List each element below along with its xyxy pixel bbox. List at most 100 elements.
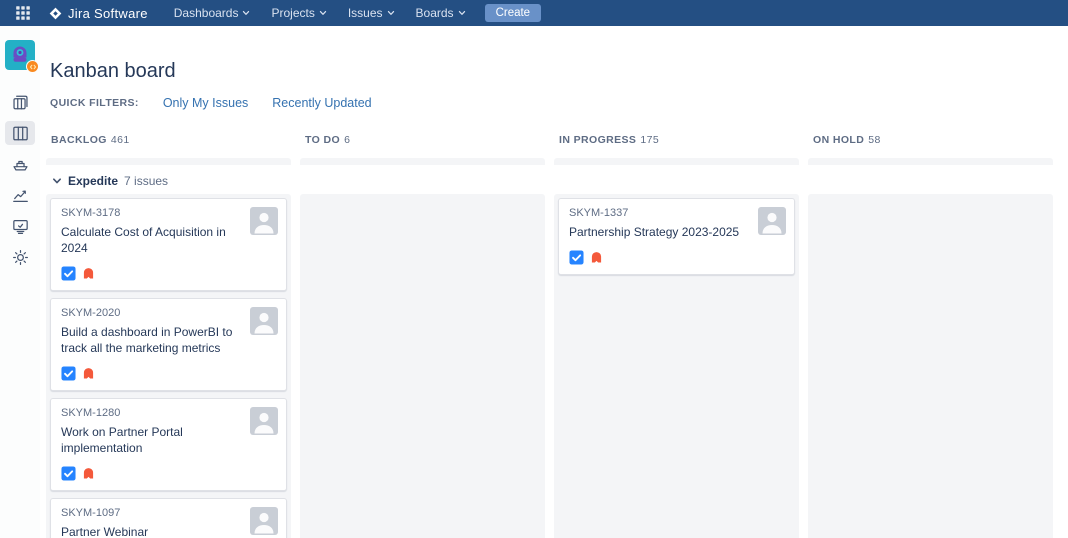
- column-issue-count: 6: [344, 134, 351, 146]
- monitor-icon: [12, 219, 28, 234]
- swimlane-issue-count: 7 issues: [124, 173, 169, 188]
- column-header-on-hold: ON HOLD 58: [808, 134, 1053, 146]
- column-top-bar-to-do: [300, 158, 545, 165]
- issue-title: Calculate Cost of Acquisition in 2024: [61, 225, 226, 255]
- primary-nav: Dashboards Projects Issues Boards: [174, 6, 466, 20]
- column-header-backlog: BACKLOG 461: [46, 134, 291, 146]
- sidebar-item-issues[interactable]: [5, 214, 35, 238]
- column-issue-count: 175: [640, 134, 660, 146]
- column-name: TO DO: [305, 134, 341, 146]
- nav-item-label: Projects: [271, 6, 315, 20]
- issue-key: SKYM-1280: [61, 407, 121, 419]
- top-navbar: Jira Software Dashboards Projects Issues Bo…: [0, 0, 1068, 26]
- task-checkbox-icon: [61, 266, 76, 281]
- priority-bell-icon: [83, 468, 94, 479]
- issue-badges: [61, 266, 278, 281]
- column-top-bar-backlog: [46, 158, 291, 165]
- issue-title: Partnership Strategy 2023-2025: [569, 225, 740, 239]
- chevron-down-icon: [458, 10, 465, 15]
- column-name: BACKLOG: [51, 134, 107, 146]
- column-header-in-progress: IN PROGRESS 175: [554, 134, 799, 146]
- issue-key: SKYM-1097: [61, 507, 121, 519]
- priority-bell-icon: [83, 268, 94, 279]
- nav-item-label: Issues: [347, 6, 383, 20]
- nav-item-label: Dashboards: [173, 6, 239, 20]
- nav-item-label: Boards: [415, 6, 454, 20]
- issue-key: SKYM-1337: [569, 207, 629, 219]
- task-checkbox-icon: [61, 466, 76, 481]
- issue-card-skym-1097[interactable]: SKYM-1097 Partner Webinar: [50, 498, 287, 538]
- issue-key: SKYM-2020: [61, 307, 121, 319]
- board-columns-icon: [12, 126, 28, 140]
- create-button[interactable]: Create: [484, 4, 542, 22]
- issue-title: Build a dashboard in PowerBI to track al…: [61, 325, 233, 355]
- column-panel-in-progress: SKYM-1337 Partnership Strategy 2023-2025: [554, 194, 799, 538]
- project-type-badge-icon: [26, 60, 39, 73]
- app-title: Jira Software: [68, 5, 148, 21]
- nav-item-dashboards[interactable]: Dashboards: [174, 6, 251, 20]
- swimlane-header-expedite[interactable]: Expedite 7 issues: [52, 172, 1068, 189]
- column-panel-backlog: SKYM-3178 Calculate Cost of Acquisition i…: [46, 194, 291, 538]
- assignee-avatar: [250, 507, 278, 535]
- column-name: ON HOLD: [813, 134, 865, 146]
- column-top-bars: [46, 158, 1068, 165]
- sidebar-item-reports[interactable]: [5, 183, 35, 207]
- avatar-placeholder-icon: [254, 512, 274, 534]
- issue-badges: [61, 466, 278, 481]
- issue-card-skym-2020[interactable]: SKYM-2020 Build a dashboard in PowerBI to…: [50, 298, 287, 391]
- boards-stack-icon: [12, 95, 28, 109]
- column-top-bar-on-hold: [808, 158, 1053, 165]
- column-panel-on-hold: [808, 194, 1053, 538]
- sidebar-nav: [5, 90, 35, 276]
- sidebar: [0, 26, 40, 538]
- nav-item-projects[interactable]: Projects: [271, 6, 327, 20]
- issue-key: SKYM-3178: [61, 207, 121, 219]
- column-headers-row: BACKLOG 461 TO DO 6 IN PROGRESS 175 ON HOLD 58: [46, 134, 1068, 146]
- quick-filter-only-my-issues[interactable]: Only My Issues: [163, 96, 248, 110]
- task-checkbox-icon: [61, 366, 76, 381]
- issue-title: Work on Partner Portal implementation: [61, 425, 183, 455]
- issue-badges: [569, 250, 786, 265]
- priority-bell-icon: [83, 368, 94, 379]
- column-top-bar-in-progress: [554, 158, 799, 165]
- quick-filter-recently-updated[interactable]: Recently Updated: [272, 96, 371, 110]
- column-issue-count: 58: [868, 134, 881, 146]
- board-main: Kanban board QUICK FILTERS: Only My Issu…: [40, 60, 1068, 538]
- quick-filters-label: QUICK FILTERS:: [50, 97, 139, 109]
- line-chart-icon: [12, 190, 28, 202]
- column-header-to-do: TO DO 6: [300, 134, 545, 146]
- chevron-down-icon: [387, 10, 394, 15]
- issue-badges: [61, 366, 278, 381]
- avatar-placeholder-icon: [762, 212, 782, 234]
- avatar-placeholder-icon: [254, 212, 274, 234]
- app-switcher-button[interactable]: [16, 5, 32, 21]
- jira-brand[interactable]: Jira Software: [49, 6, 148, 21]
- issue-title: Partner Webinar: [61, 525, 149, 538]
- sidebar-item-backlog[interactable]: [5, 90, 35, 114]
- assignee-avatar: [250, 407, 278, 435]
- issue-card-skym-3178[interactable]: SKYM-3178 Calculate Cost of Acquisition i…: [50, 198, 287, 291]
- column-issue-count: 461: [110, 134, 130, 146]
- column-name: IN PROGRESS: [559, 134, 637, 146]
- assignee-avatar: [758, 207, 786, 235]
- sidebar-item-board[interactable]: [5, 121, 35, 145]
- nav-item-issues[interactable]: Issues: [348, 6, 395, 20]
- jira-logo-icon: [49, 7, 62, 19]
- assignee-avatar: [250, 307, 278, 335]
- sidebar-item-settings[interactable]: [5, 245, 35, 269]
- ship-icon: [12, 160, 28, 171]
- avatar-placeholder-icon: [254, 412, 274, 434]
- nav-item-boards[interactable]: Boards: [416, 6, 466, 20]
- chevron-down-icon: [319, 10, 327, 15]
- sidebar-item-releases[interactable]: [5, 152, 35, 176]
- column-panel-to-do: [300, 194, 545, 538]
- issue-card-skym-1337[interactable]: SKYM-1337 Partnership Strategy 2023-2025: [558, 198, 795, 275]
- project-avatar[interactable]: [5, 40, 39, 73]
- page-title: Kanban board: [50, 60, 176, 82]
- app-grid-icon: [16, 6, 30, 20]
- gear-icon: [12, 249, 28, 265]
- column-panels-row: SKYM-3178 Calculate Cost of Acquisition i…: [46, 194, 1068, 538]
- issue-card-skym-1280[interactable]: SKYM-1280 Work on Partner Portal implemen…: [50, 398, 287, 491]
- chevron-down-icon: [53, 177, 61, 183]
- chevron-down-icon: [243, 10, 250, 15]
